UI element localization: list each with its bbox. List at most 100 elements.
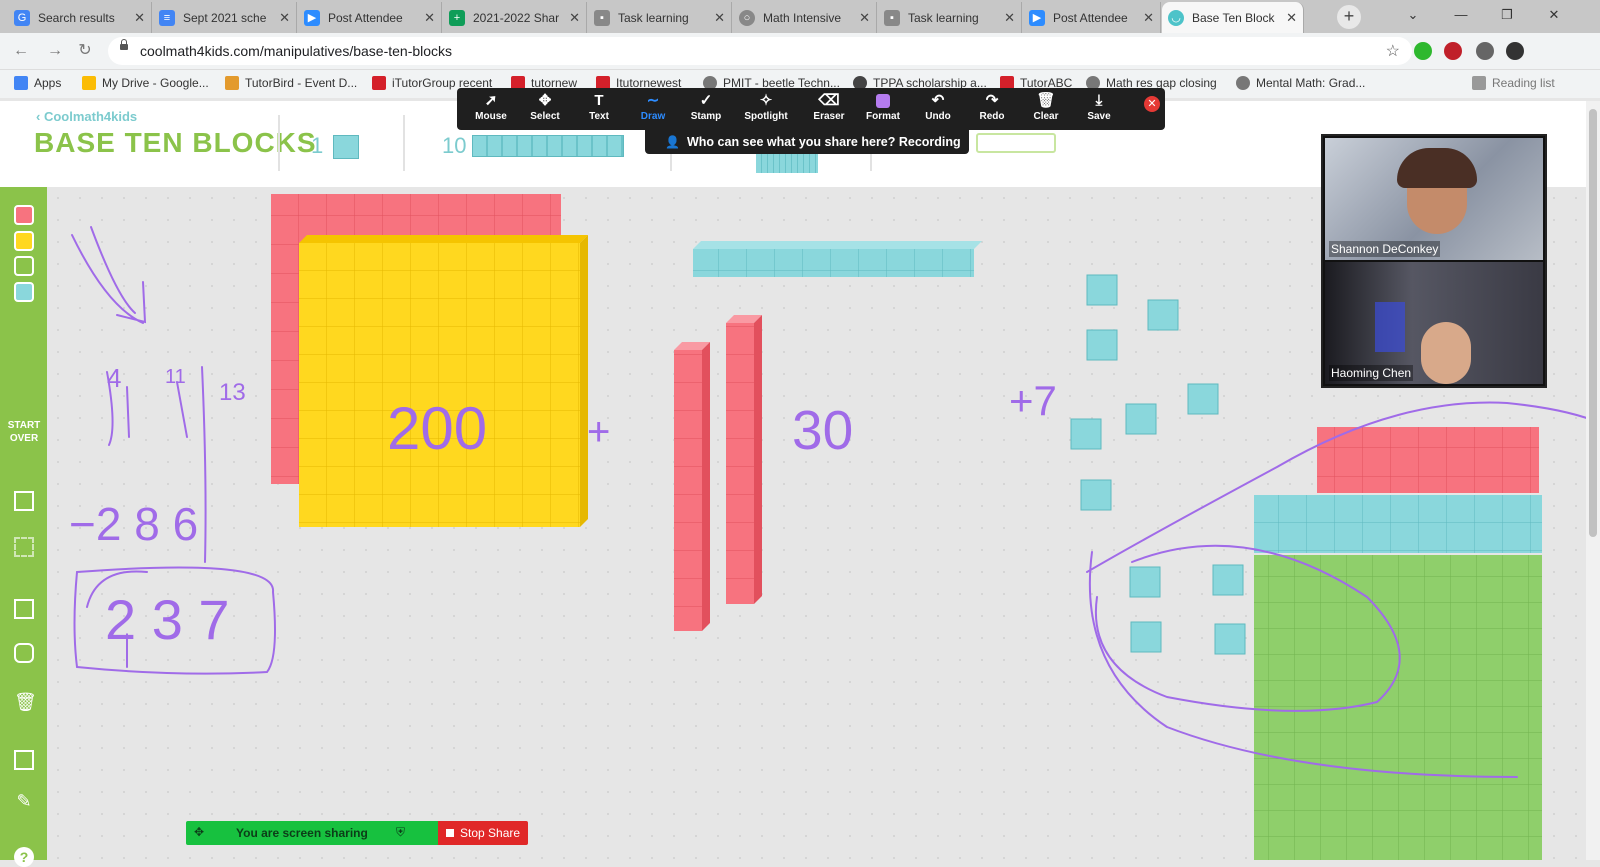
annotation-plus-7: +7 (1009, 377, 1057, 424)
browser-tab-bar: G Search results ✕ ≡ Sept 2021 sche ✕ ▶ Post … (0, 0, 1600, 33)
page-scrollbar[interactable] (1586, 101, 1600, 860)
eraser-tool[interactable]: ⌫ Eraser (803, 91, 855, 122)
cyan-blocks-right[interactable] (1254, 495, 1542, 553)
ten-rod-cyan[interactable] (693, 249, 974, 277)
forward-arrow-icon[interactable]: → (44, 40, 66, 62)
undo-tool[interactable]: ↶ Undo (912, 91, 964, 122)
annotation-200: 200 (387, 395, 487, 462)
tab-base-ten-blocks[interactable]: ◡ Base Ten Block ✕ (1162, 2, 1304, 33)
ten-rod-source[interactable] (472, 135, 624, 157)
reading-list[interactable]: Reading list (1472, 76, 1555, 90)
stop-icon (446, 829, 454, 837)
reload-icon[interactable]: ↻ (74, 40, 96, 62)
color-cyan-swatch[interactable] (14, 282, 34, 302)
unit-cube-source[interactable] (333, 135, 359, 159)
window-close-icon[interactable]: ✕ (1531, 0, 1577, 30)
participant-video (1375, 302, 1405, 352)
close-icon[interactable]: ✕ (1286, 10, 1297, 26)
bookmark-star-icon[interactable]: ☆ (1386, 41, 1400, 61)
tab-task-learning-1[interactable]: ▪ Task learning ✕ (588, 2, 732, 33)
close-icon[interactable]: ✕ (424, 10, 435, 26)
stop-share-button[interactable]: Stop Share (438, 821, 528, 845)
color-yellow-swatch[interactable] (14, 231, 34, 251)
draw-tool[interactable]: ∼ Draw (627, 91, 679, 122)
close-icon[interactable]: ✕ (714, 10, 725, 26)
tab-task-learning-2[interactable]: ▪ Task learning ✕ (878, 2, 1022, 33)
new-tab-button[interactable]: + (1337, 5, 1361, 29)
drive-icon (82, 76, 96, 90)
duplicate-icon[interactable] (14, 599, 34, 619)
rotate-icon[interactable] (14, 643, 34, 663)
video-tile-shannon[interactable]: Shannon DeConkey (1325, 138, 1543, 260)
wand-icon: ✧ (759, 92, 773, 109)
close-icon[interactable]: ✕ (279, 10, 290, 26)
spotlight-tool[interactable]: ✧ Spotlight (740, 91, 792, 122)
annotation-digit: 4 (107, 363, 121, 393)
mouse-tool[interactable]: ➚ Mouse (465, 91, 517, 122)
bookmark-mental-math[interactable]: Mental Math: Grad... (1236, 76, 1365, 90)
tab-zoom-1[interactable]: ▶ Post Attendee ✕ (298, 2, 442, 33)
text-tool[interactable]: T Text (573, 91, 625, 122)
close-icon[interactable]: ✕ (134, 10, 145, 26)
format-swatch-icon (857, 91, 909, 111)
color-green-swatch[interactable] (14, 256, 34, 276)
flat-top-edge (299, 235, 588, 243)
drag-handle-icon[interactable]: ✥ (194, 825, 204, 839)
profile-avatar[interactable] (1506, 42, 1524, 60)
bookmark-drive[interactable]: My Drive - Google... (82, 76, 209, 90)
break-blocks-icon[interactable] (14, 537, 34, 557)
puzzle-extensions-icon[interactable] (1476, 42, 1494, 60)
annotation-subtrahend: −2 8 6 (69, 498, 198, 550)
extension-icon[interactable] (1444, 42, 1462, 60)
layout-icon[interactable] (14, 750, 34, 770)
red-blocks-right[interactable] (1317, 427, 1539, 493)
start-over-button[interactable]: START OVER (4, 419, 44, 445)
format-tool[interactable]: Format (857, 91, 909, 122)
thousand-cube-source[interactable] (976, 133, 1056, 153)
bookmark-tutorbird[interactable]: TutorBird - Event D... (225, 76, 357, 90)
video-tile-haoming[interactable]: Haoming Chen (1325, 262, 1543, 384)
zoom-annotation-toolbar: ➚ Mouse ✥ Select T Text ∼ Draw ✓ Stamp ✧ Spotl… (457, 88, 1165, 130)
ten-rod-red[interactable] (726, 323, 754, 604)
close-toolbar-icon[interactable]: ✕ (1144, 96, 1160, 112)
redo-tool[interactable]: ↷ Redo (966, 91, 1018, 122)
ten-rod-red[interactable] (674, 350, 702, 631)
save-tool[interactable]: ⤓ Save (1073, 91, 1125, 122)
recording-banner[interactable]: 👤 Who can see what you share here? Recor… (645, 130, 969, 173)
green-flat-right[interactable] (1254, 555, 1542, 860)
select-tool[interactable]: ✥ Select (519, 91, 571, 122)
close-icon[interactable]: ✕ (1143, 10, 1154, 26)
back-arrow-icon[interactable]: ← (10, 40, 32, 62)
draw-icon: ∼ (646, 92, 660, 109)
tab-search-results[interactable]: G Search results ✕ (8, 2, 152, 33)
tab-sheets[interactable]: +2021-2022 Shar ✕ (443, 2, 587, 33)
move-icon: ✥ (538, 92, 552, 109)
color-red-swatch[interactable] (14, 205, 34, 225)
rod-top-edge (693, 241, 982, 249)
tab-search-icon[interactable]: ⌄ (1390, 0, 1436, 30)
tab-docs[interactable]: ≡ Sept 2021 sche ✕ (153, 2, 297, 33)
close-icon[interactable]: ✕ (1004, 10, 1015, 26)
sharing-status[interactable]: ✥ You are screen sharing ⛨ (186, 821, 438, 845)
restore-icon[interactable]: ❐ (1484, 0, 1530, 30)
extension-icon[interactable] (1414, 42, 1432, 60)
brand-logo[interactable]: ‹ Coolmath4kids (36, 109, 137, 124)
scrollbar-thumb[interactable] (1589, 109, 1597, 537)
eraser-icon: ⌫ (818, 92, 840, 109)
tab-math-intensive[interactable]: ○ Math Intensive ✕ (733, 2, 877, 33)
stamp-tool[interactable]: ✓ Stamp (680, 91, 732, 122)
group-blocks-icon[interactable] (14, 491, 34, 511)
hundred-flat-yellow[interactable] (299, 243, 580, 527)
close-icon[interactable]: ✕ (569, 10, 580, 26)
clear-tool[interactable]: 🗑 Clear (1020, 91, 1072, 122)
minimize-icon[interactable]: — (1438, 0, 1484, 30)
zoom-icon: ▶ (1029, 9, 1045, 26)
bird-icon (225, 76, 239, 90)
bookmark-apps[interactable]: Apps (14, 76, 61, 90)
pencil-icon[interactable]: ✎ (14, 792, 34, 812)
close-icon[interactable]: ✕ (859, 10, 870, 26)
url-input[interactable]: coolmath4kids.com/manipulatives/base-ten… (108, 37, 1412, 65)
trash-icon[interactable]: 🗑 (14, 693, 37, 713)
tab-zoom-2[interactable]: ▶ Post Attendee ✕ (1023, 2, 1161, 33)
help-icon[interactable]: ? (14, 847, 34, 867)
